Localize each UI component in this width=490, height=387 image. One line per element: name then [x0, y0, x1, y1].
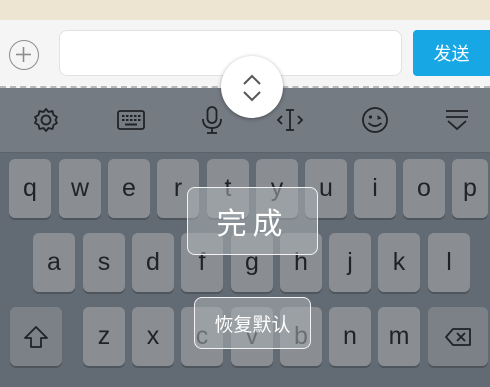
key-x[interactable]: x	[132, 307, 174, 366]
backspace-icon	[445, 327, 471, 346]
keyboard-icon	[117, 110, 145, 130]
key-o[interactable]: o	[403, 159, 445, 218]
keyboard-switch-button[interactable]	[115, 104, 147, 136]
key-k[interactable]: k	[378, 233, 420, 292]
key-m[interactable]: m	[378, 307, 420, 366]
key-e[interactable]: e	[108, 159, 150, 218]
key-q[interactable]: q	[9, 159, 51, 218]
keyboard-resize-handle[interactable]	[221, 56, 283, 118]
key-a[interactable]: a	[33, 233, 75, 292]
emoji-button[interactable]	[359, 104, 391, 136]
key-i[interactable]: i	[354, 159, 396, 218]
key-s[interactable]: s	[83, 233, 125, 292]
add-attachment-button[interactable]	[9, 40, 39, 70]
reset-default-button[interactable]: 恢复默认	[194, 297, 311, 349]
settings-button[interactable]	[30, 104, 62, 136]
gear-icon	[34, 108, 58, 132]
emoji-icon	[362, 107, 388, 133]
collapse-keyboard-icon	[446, 110, 468, 131]
done-button[interactable]: 完成	[187, 187, 318, 255]
key-p[interactable]: p	[452, 159, 488, 218]
hide-keyboard-button[interactable]	[441, 104, 473, 136]
shift-key[interactable]	[10, 307, 62, 366]
shift-icon	[24, 325, 48, 348]
key-j[interactable]: j	[329, 233, 371, 292]
key-z[interactable]: z	[83, 307, 125, 366]
plus-icon	[16, 47, 31, 62]
send-button[interactable]: 发送	[413, 30, 490, 76]
key-l[interactable]: l	[428, 233, 470, 292]
chevron-up-down-icon	[243, 74, 261, 102]
key-n[interactable]: n	[329, 307, 371, 366]
key-d[interactable]: d	[132, 233, 174, 292]
backspace-key[interactable]	[428, 307, 488, 366]
key-w[interactable]: w	[59, 159, 101, 218]
top-strip	[0, 0, 490, 20]
